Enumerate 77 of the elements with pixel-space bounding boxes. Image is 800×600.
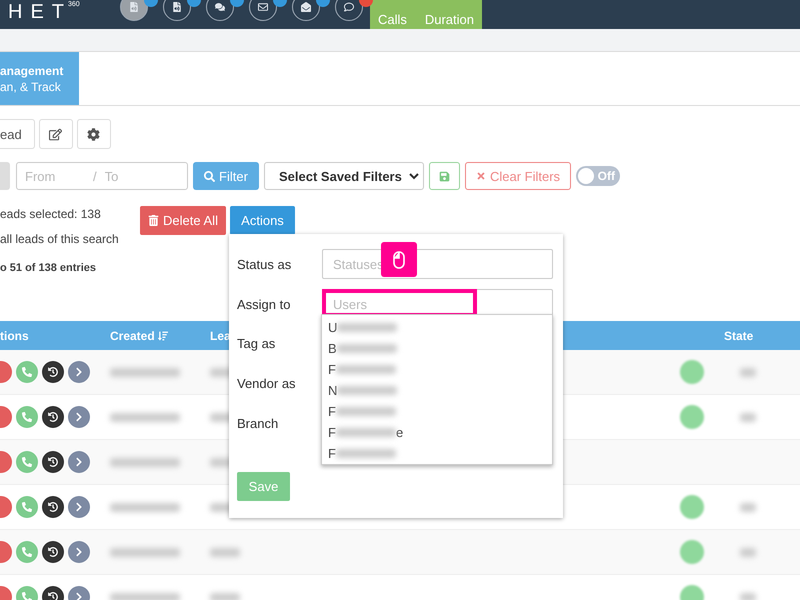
edit-icon: [49, 128, 62, 140]
phone-icon: [22, 367, 32, 377]
date-separator: /: [93, 168, 97, 184]
redacted-text: [110, 368, 180, 376]
entries-info: o 51 of 138 entries: [0, 262, 97, 274]
phone-icon: [22, 502, 32, 512]
edit-button[interactable]: [38, 119, 73, 149]
redacted-text: [110, 458, 180, 466]
history-button[interactable]: [42, 406, 64, 428]
trash-icon: [148, 215, 160, 226]
close-icon: [476, 171, 486, 181]
history-icon: [48, 502, 58, 512]
phone-icon: [22, 547, 32, 557]
history-button[interactable]: [42, 451, 64, 473]
nav-button[interactable]: [120, 0, 148, 21]
redacted-text: [740, 502, 756, 512]
history-button[interactable]: [42, 541, 64, 563]
dropdown-option[interactable]: N: [322, 380, 552, 401]
chevron-right-icon: [74, 547, 84, 557]
redacted-text: [110, 548, 180, 556]
chat-icon: [214, 2, 225, 12]
gear-icon: [87, 128, 100, 140]
saved-filters-select[interactable]: Select Saved Filters: [264, 162, 424, 190]
field-label: Status as: [237, 256, 292, 272]
comment-icon: [344, 2, 354, 12]
phone-icon: [22, 457, 32, 467]
dropdown-option[interactable]: U: [322, 317, 552, 338]
mouse-icon: [393, 250, 405, 268]
redacted-text: [210, 548, 240, 556]
redacted-text: [740, 592, 756, 600]
history-icon: [48, 547, 58, 557]
save-filter-button[interactable]: [429, 162, 460, 190]
select-all-text: all leads of this search: [0, 232, 120, 248]
dropdown-option[interactable]: F: [322, 443, 552, 464]
field-label: Tag as: [237, 336, 276, 351]
column-header: State: [724, 328, 754, 342]
selected-count: eads selected: 138: [0, 207, 102, 223]
chevron-right-icon: [74, 367, 84, 377]
field-label: Vendor as: [237, 376, 297, 390]
redacted-text: [210, 592, 240, 600]
search-icon: [204, 170, 216, 182]
lead-button[interactable]: ead: [0, 119, 35, 149]
settings-button[interactable]: [76, 119, 111, 149]
history-icon: [48, 457, 58, 467]
history-button[interactable]: [42, 496, 64, 518]
history-icon: [48, 592, 58, 600]
redacted-text: [110, 592, 180, 600]
chevron-right-icon: [74, 412, 84, 422]
history-icon: [48, 412, 58, 422]
audio-file-icon: [172, 2, 182, 12]
chevron-right-icon: [74, 457, 84, 467]
stat-label: Calls: [378, 12, 407, 29]
dropdown-option[interactable]: F: [322, 359, 552, 380]
column-header: tions: [0, 328, 29, 342]
dropdown-option[interactable]: F: [322, 401, 552, 422]
chevron-right-icon: [74, 502, 84, 512]
history-icon: [48, 367, 58, 377]
phone-icon: [22, 412, 32, 422]
history-button[interactable]: [42, 361, 64, 383]
redacted-text: [740, 548, 756, 556]
field-label: Assign to: [237, 296, 292, 312]
redacted-text: [110, 412, 180, 422]
open-mail-icon: [300, 2, 311, 12]
redacted-text: [740, 412, 756, 422]
redacted-text: [740, 368, 756, 376]
delete-all-button[interactable]: Delete All: [140, 206, 226, 235]
field-label: Branch: [237, 416, 280, 430]
caret-icon: [409, 172, 419, 180]
audio-file-icon: [128, 2, 139, 12]
sort-icon: [158, 330, 168, 340]
phone-icon: [22, 592, 32, 600]
dropdown-option[interactable]: B: [322, 338, 552, 359]
chevron-right-icon: [74, 592, 84, 600]
stat-label: Duration: [424, 12, 474, 29]
dropdown-option[interactable]: F e: [322, 422, 552, 443]
redacted-text: [110, 502, 180, 512]
mail-icon: [258, 2, 268, 12]
